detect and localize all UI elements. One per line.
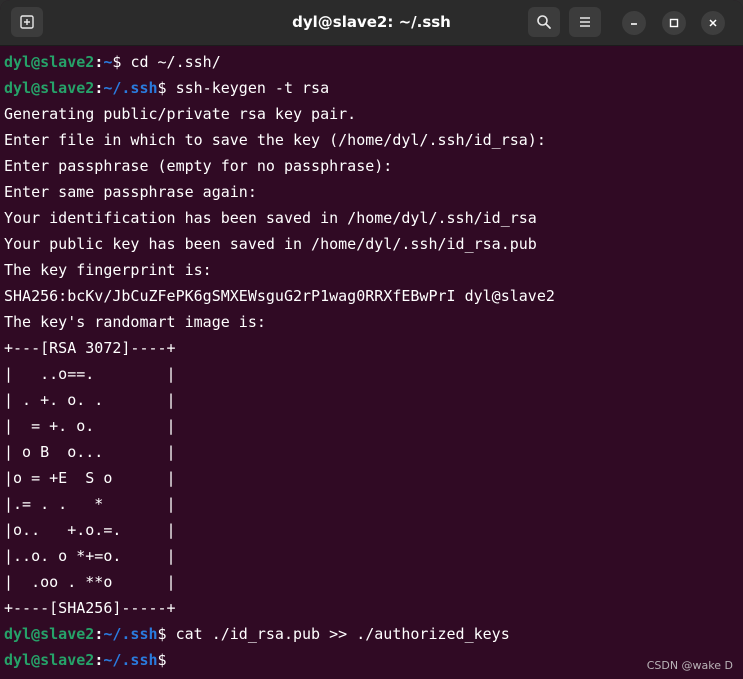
minimize-button[interactable]	[622, 11, 646, 35]
output-line: Enter same passphrase again:	[4, 183, 257, 201]
prompt-dollar: $	[157, 651, 167, 669]
prompt-colon: :	[94, 53, 104, 71]
output-line: | = +. o. |	[4, 417, 176, 435]
hamburger-menu-icon	[580, 17, 590, 27]
prompt-line: dyl@slave2:~/.ssh$ ssh-keygen -t rsa	[4, 75, 743, 101]
prompt-line: dyl@slave2:~$ cd ~/.ssh/	[4, 49, 743, 75]
output-line: |o.. +.o.=. |	[4, 521, 176, 539]
search-icon	[537, 15, 551, 29]
minimize-icon	[631, 23, 637, 25]
terminal-output[interactable]: dyl@slave2:~$ cd ~/.ssh/dyl@slave2:~/.ss…	[0, 46, 743, 679]
prompt-path: ~/.ssh	[103, 79, 158, 97]
maximize-icon	[669, 18, 679, 28]
menu-button[interactable]	[569, 7, 601, 37]
title-bar[interactable]: dyl@slave2: ~/.ssh	[0, 0, 743, 46]
prompt-user: dyl@slave2	[4, 625, 95, 643]
prompt-line: dyl@slave2:~/.ssh$	[4, 647, 743, 673]
prompt-colon: :	[94, 625, 104, 643]
prompt-path: ~/.ssh	[103, 625, 158, 643]
prompt-colon: :	[94, 651, 104, 669]
output-line: | .oo . **o |	[4, 573, 176, 591]
output-line: |o = +E S o |	[4, 469, 176, 487]
prompt-line: dyl@slave2:~/.ssh$ cat ./id_rsa.pub >> .…	[4, 621, 743, 647]
command-text: cd ~/.ssh/	[130, 53, 221, 71]
prompt-user: dyl@slave2	[4, 79, 95, 97]
prompt-colon: :	[94, 79, 104, 97]
prompt-dollar: $	[157, 79, 176, 97]
output-line: |..o. o *+=o. |	[4, 547, 176, 565]
output-line: |.= . . * |	[4, 495, 176, 513]
output-line: +---[RSA 3072]----+	[4, 339, 176, 357]
command-text: cat ./id_rsa.pub >> ./authorized_keys	[175, 625, 510, 643]
output-line: Generating public/private rsa key pair.	[4, 105, 357, 123]
output-line: The key's randomart image is:	[4, 313, 266, 331]
prompt-user: dyl@slave2	[4, 651, 95, 669]
close-button[interactable]	[701, 11, 725, 35]
prompt-dollar: $	[157, 625, 176, 643]
output-line: | ..o==. |	[4, 365, 176, 383]
prompt-path: ~/.ssh	[103, 651, 158, 669]
prompt-dollar: $	[112, 53, 131, 71]
close-icon	[709, 19, 717, 27]
output-line: The key fingerprint is:	[4, 261, 212, 279]
watermark: CSDN @wake D	[646, 659, 733, 672]
output-line: Your public key has been saved in /home/…	[4, 235, 537, 253]
search-button[interactable]	[528, 7, 560, 37]
output-line: | . +. o. . |	[4, 391, 176, 409]
terminal-window: dyl@slave2: ~/.ssh dyl@slave2:~$ cd ~/.s…	[0, 0, 743, 679]
output-line: | o B o... |	[4, 443, 176, 461]
output-line: SHA256:bcKv/JbCuZFePK6gSMXEWsguG2rP1wag0…	[4, 287, 555, 305]
output-line: Enter file in which to save the key (/ho…	[4, 131, 546, 149]
output-line: +----[SHA256]-----+	[4, 599, 176, 617]
maximize-button[interactable]	[662, 11, 686, 35]
command-text: ssh-keygen -t rsa	[175, 79, 330, 97]
output-line: Your identification has been saved in /h…	[4, 209, 537, 227]
prompt-user: dyl@slave2	[4, 53, 95, 71]
output-line: Enter passphrase (empty for no passphras…	[4, 157, 393, 175]
